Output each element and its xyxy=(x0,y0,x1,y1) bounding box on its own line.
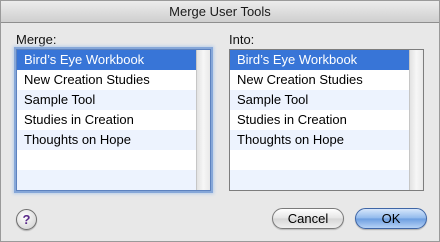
merge-list-item[interactable]: Studies in Creation xyxy=(17,110,197,130)
merge-list-empty-row xyxy=(17,150,197,170)
into-list-empty-row xyxy=(230,150,410,170)
merge-list-scrollbar[interactable] xyxy=(196,50,210,190)
into-list-item[interactable]: Bird’s Eye Workbook xyxy=(230,50,410,70)
into-list-item[interactable]: Studies in Creation xyxy=(230,110,410,130)
into-list-item[interactable]: New Creation Studies xyxy=(230,70,410,90)
merge-label: Merge: xyxy=(16,32,57,47)
help-button[interactable]: ? xyxy=(16,209,37,230)
into-list-rows: Bird’s Eye Workbook New Creation Studies… xyxy=(230,50,410,190)
into-list[interactable]: Bird’s Eye Workbook New Creation Studies… xyxy=(229,49,424,191)
merge-list-rows: Bird’s Eye Workbook New Creation Studies… xyxy=(17,50,197,190)
cancel-button[interactable]: Cancel xyxy=(272,208,344,229)
merge-list-item[interactable]: New Creation Studies xyxy=(17,70,197,90)
question-mark-icon: ? xyxy=(22,212,31,227)
merge-list[interactable]: Bird’s Eye Workbook New Creation Studies… xyxy=(16,49,211,191)
merge-list-item[interactable]: Thoughts on Hope xyxy=(17,130,197,150)
merge-user-tools-dialog: Merge User Tools Merge: Bird’s Eye Workb… xyxy=(0,0,440,242)
merge-list-empty-row xyxy=(17,170,197,190)
into-list-empty-row xyxy=(230,170,410,190)
into-list-item[interactable]: Sample Tool xyxy=(230,90,410,110)
merge-list-item[interactable]: Sample Tool xyxy=(17,90,197,110)
merge-list-item[interactable]: Bird’s Eye Workbook xyxy=(17,50,197,70)
ok-button[interactable]: OK xyxy=(355,208,427,229)
into-label: Into: xyxy=(229,32,255,47)
into-list-item[interactable]: Thoughts on Hope xyxy=(230,130,410,150)
into-list-scrollbar[interactable] xyxy=(409,50,423,190)
window-title: Merge User Tools xyxy=(1,1,439,23)
